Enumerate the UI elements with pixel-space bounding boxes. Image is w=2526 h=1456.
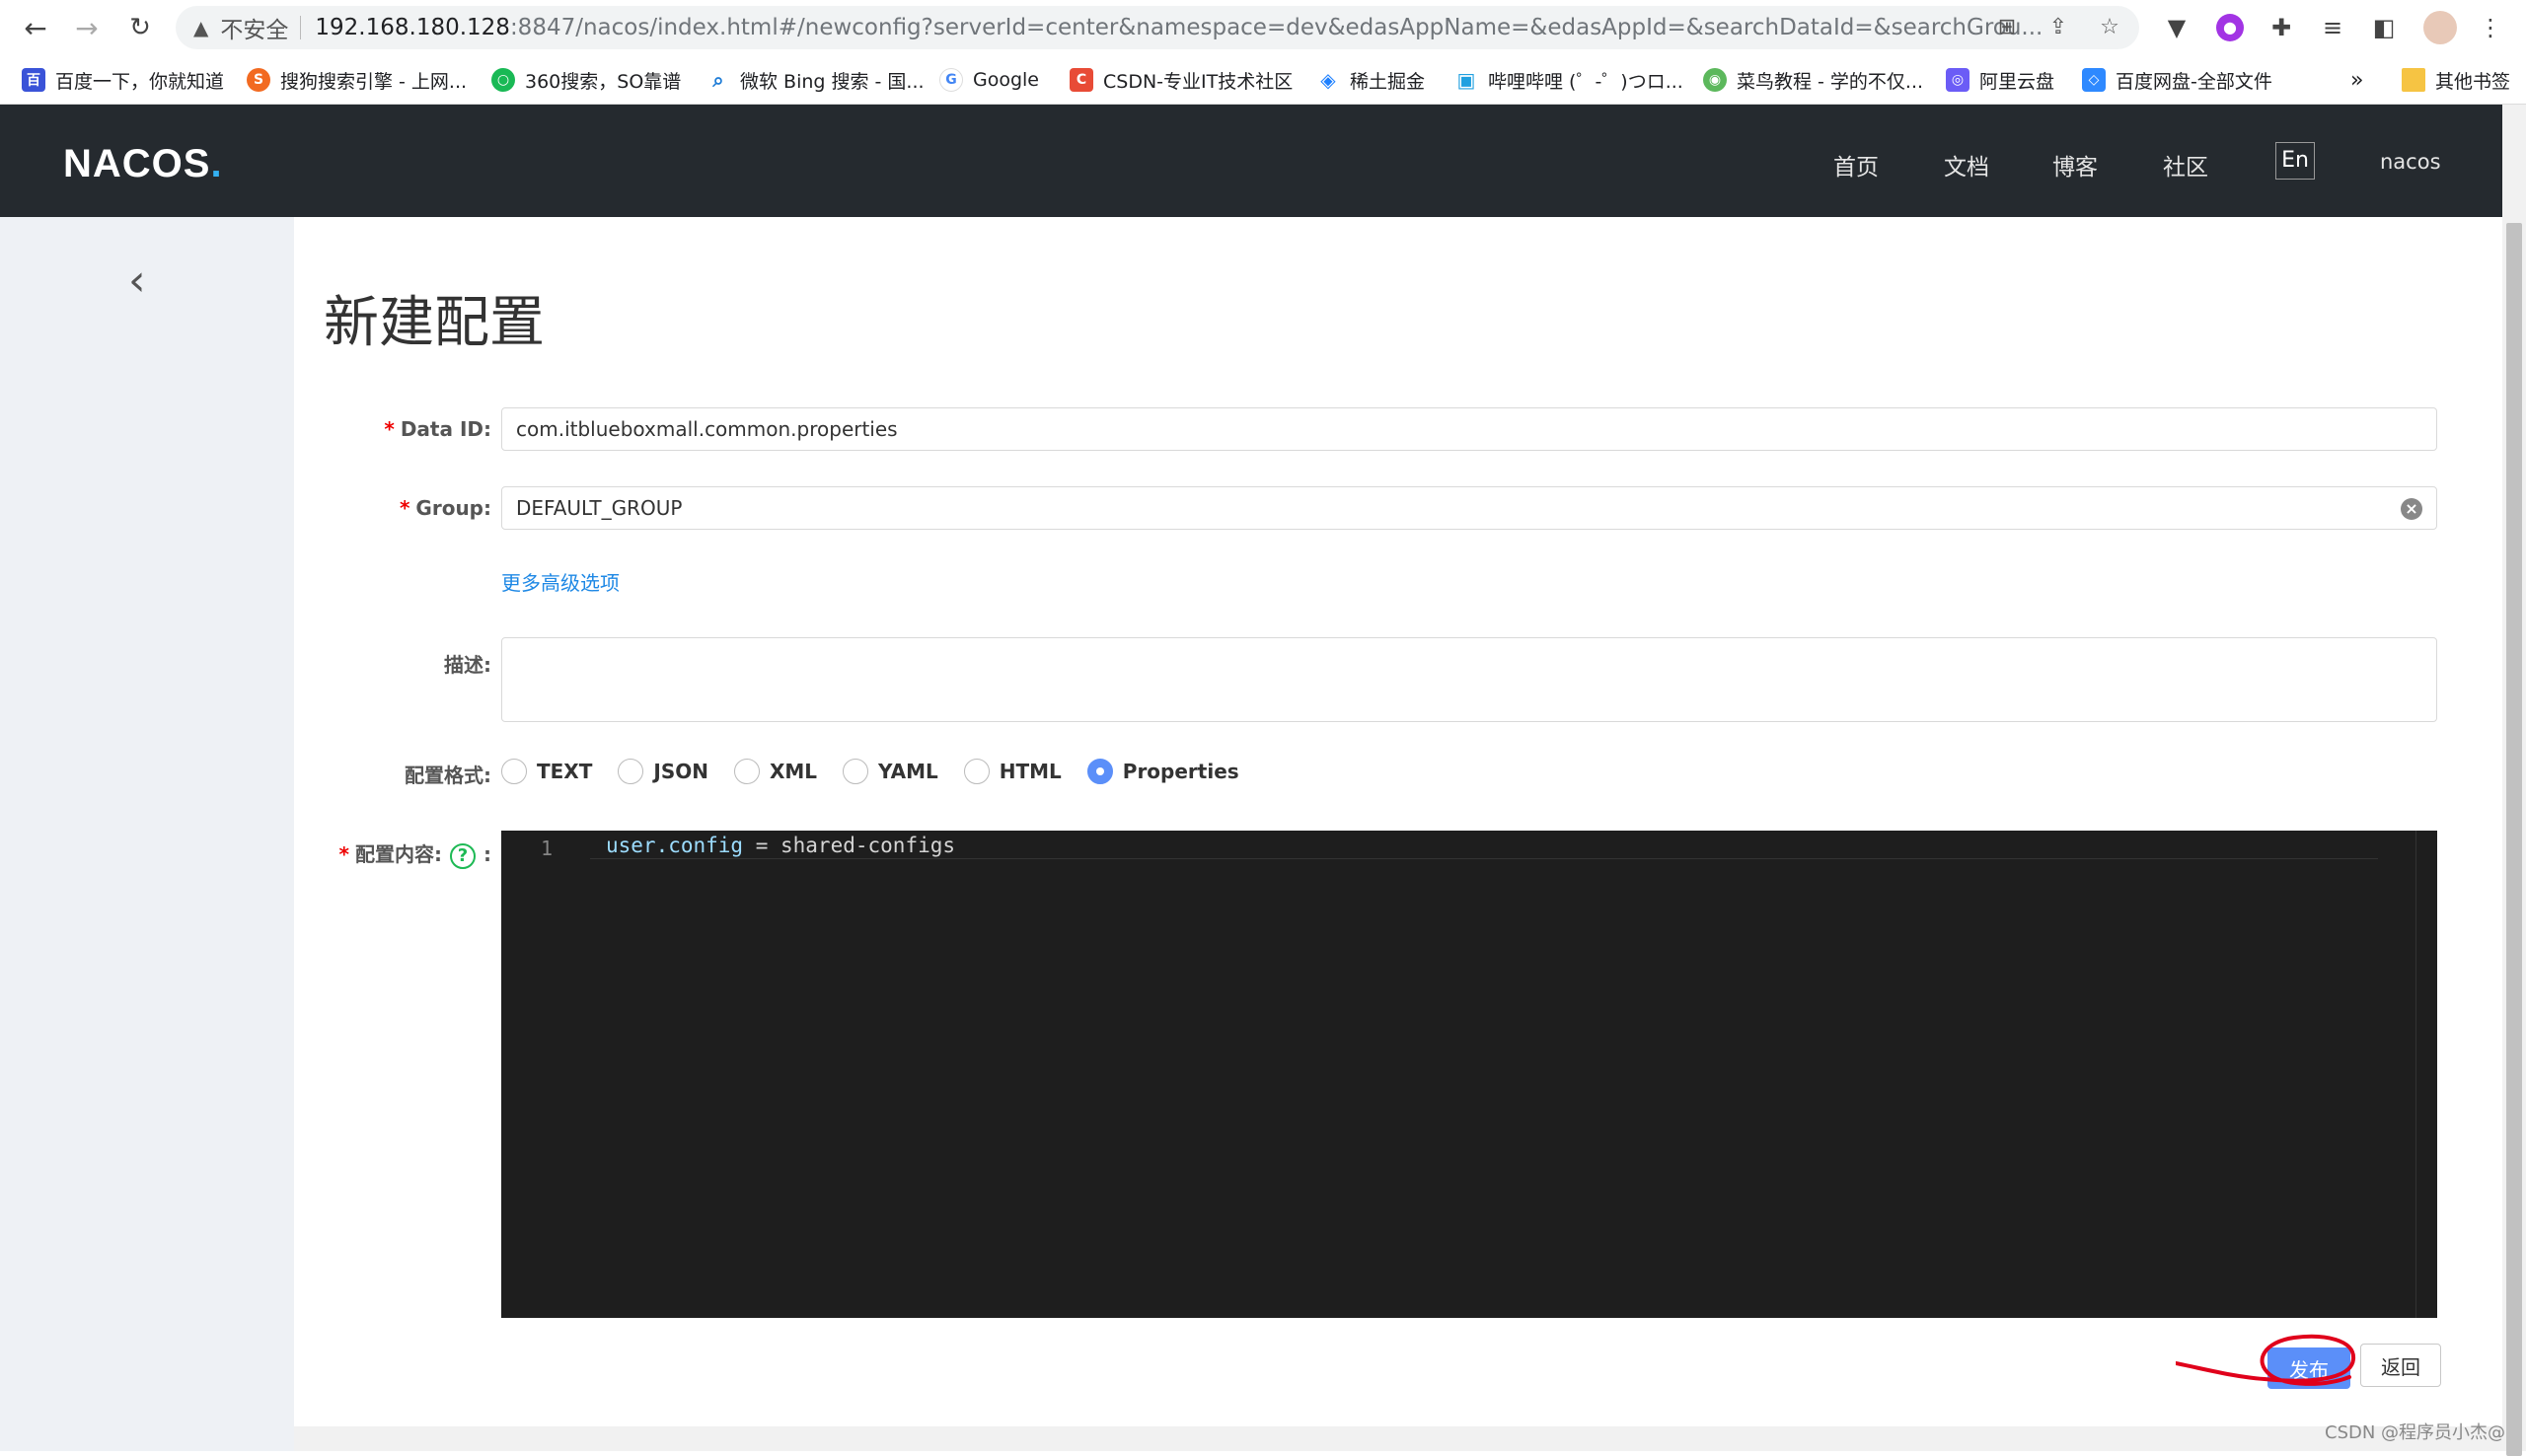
publish-button[interactable]: 发布	[2267, 1347, 2350, 1389]
folder-icon	[2402, 68, 2425, 92]
bookmark-bilibili[interactable]: ▣ 哔哩哔哩 (゜-゜)つロ...	[1454, 65, 1683, 95]
group-input[interactable]: DEFAULT_GROUP ×	[501, 486, 2437, 530]
back-nav-icon[interactable]: ←	[18, 10, 53, 45]
format-radio-xml[interactable]: XML	[733, 759, 817, 784]
format-radio-group: TEXT JSON XML YAML HTML Properties	[501, 758, 1265, 785]
code-editor[interactable]: 1 user.config = shared-configs	[501, 831, 2437, 1318]
browser-toolbar: ← → ↻ ▲ 不安全 192.168.180.128 :8847/nacos/…	[0, 0, 2526, 55]
radio-circle-selected	[1086, 759, 1113, 784]
radio-circle	[501, 759, 527, 784]
sogou-icon: S	[247, 68, 270, 92]
data-id-input[interactable]: com.itblueboxmall.common.properties	[501, 407, 2437, 451]
page-title: 新建配置	[324, 291, 545, 355]
watermark: CSDN @程序员小杰@	[2325, 1422, 2506, 1443]
sidebar: ‹	[0, 217, 294, 1451]
help-icon[interactable]: ?	[450, 842, 476, 869]
bookmark-bing[interactable]: ⌕ 微软 Bing 搜索 - 国...	[706, 65, 924, 95]
side-panel-icon[interactable]: ◧	[2368, 12, 2400, 43]
bookmark-baidu[interactable]: 百百度一下，你就知道	[22, 65, 224, 95]
omnibox-divider	[300, 16, 302, 39]
nav-docs[interactable]: 文档	[1944, 148, 1989, 182]
more-bookmarks-icon[interactable]: »	[2350, 65, 2363, 95]
content-label: * 配置内容:?:	[304, 838, 491, 869]
user-menu[interactable]: nacos	[2380, 150, 2441, 174]
extension-purple-icon[interactable]: ●	[2216, 14, 2244, 41]
nav-home[interactable]: 首页	[1833, 148, 1879, 182]
data-id-label: * Data ID:	[384, 417, 491, 441]
chevron-left-icon[interactable]: ‹	[128, 256, 168, 306]
app-header: NACOS. 首页 文档 博客 社区 En nacos	[0, 105, 2502, 217]
format-radio-text[interactable]: TEXT	[501, 759, 592, 784]
url-path: :8847/nacos/index.html#/newconfig?server…	[509, 15, 2043, 40]
bookmark-360[interactable]: ○ 360搜索，SO靠谱	[491, 65, 681, 95]
format-radio-json[interactable]: JSON	[618, 759, 708, 784]
bookmark-runoob[interactable]: ◉ 菜鸟教程 - 学的不仅...	[1703, 65, 1923, 95]
description-textarea[interactable]	[501, 637, 2437, 722]
clear-icon[interactable]: ×	[2401, 498, 2422, 520]
editor-scrollbar[interactable]	[2415, 831, 2437, 1318]
group-label: * Group:	[399, 496, 491, 520]
menu-kebab-icon[interactable]: ⋮	[2475, 12, 2506, 43]
other-bookmarks[interactable]: 其他书签	[2402, 65, 2510, 95]
bing-search-icon: ⌕	[712, 68, 724, 92]
radio-circle	[843, 759, 869, 784]
nacos-logo[interactable]: NACOS.	[63, 142, 223, 186]
radio-circle	[618, 759, 644, 784]
baidu-pan-icon: ◇	[2082, 68, 2106, 92]
advanced-options-link[interactable]: 更多高级选项	[501, 567, 620, 596]
current-line-highlight	[590, 858, 2378, 859]
required-mark: *	[338, 842, 349, 866]
translate-icon[interactable]: ⊞	[1993, 14, 2021, 41]
required-mark: *	[384, 417, 395, 441]
address-bar[interactable]: ▲ 不安全 192.168.180.128 :8847/nacos/index.…	[176, 6, 2139, 49]
extensions-puzzle-icon[interactable]: ✚	[2266, 12, 2297, 43]
back-button[interactable]: 返回	[2360, 1344, 2441, 1387]
profile-avatar[interactable]	[2423, 11, 2457, 44]
bilibili-icon: ▣	[1456, 68, 1476, 92]
description-label: 描述:	[444, 653, 491, 677]
bookmarks-bar: 百百度一下，你就知道 S 搜狗搜索引擎 - 上网... ○ 360搜索，SO靠谱 ⌕…	[0, 55, 2526, 105]
line-number: 1	[541, 837, 554, 860]
aliyun-drive-icon: ◎	[1946, 68, 1969, 92]
horizontal-scrollbar[interactable]	[294, 1426, 2502, 1451]
required-mark: *	[399, 496, 410, 520]
scrollbar-thumb[interactable]	[2506, 223, 2522, 1456]
bookmark-aliyun-drive[interactable]: ◎ 阿里云盘	[1946, 65, 2054, 95]
juejin-icon: ◈	[1320, 68, 1336, 92]
reload-icon[interactable]: ↻	[122, 10, 158, 45]
share-icon[interactable]: ⇪	[2044, 14, 2072, 41]
insecure-label: 不安全	[220, 18, 289, 43]
format-radio-properties[interactable]: Properties	[1086, 759, 1239, 784]
extension-vue-icon[interactable]: ▼	[2161, 12, 2192, 43]
so360-icon: ○	[491, 68, 515, 92]
bookmark-baidu-pan[interactable]: ◇ 百度网盘-全部文件	[2082, 65, 2272, 95]
csdn-icon: C	[1070, 68, 1093, 92]
bookmark-sogou[interactable]: S 搜狗搜索引擎 - 上网...	[247, 65, 467, 95]
bookmark-juejin[interactable]: ◈ 稀土掘金	[1316, 65, 1425, 95]
reading-list-icon[interactable]: ≡	[2317, 12, 2348, 43]
nav-community[interactable]: 社区	[2163, 148, 2208, 182]
page-scrollbar[interactable]	[2502, 105, 2526, 1456]
format-label: 配置格式:	[405, 764, 491, 787]
format-radio-html[interactable]: HTML	[963, 759, 1062, 784]
code-line: user.config = shared-configs	[606, 834, 956, 857]
bookmark-google[interactable]: G Google	[939, 65, 1039, 95]
forward-nav-icon[interactable]: →	[69, 10, 105, 45]
main-content: 新建配置 * Data ID: com.itblueboxmall.common.…	[294, 217, 2473, 1426]
bookmark-csdn[interactable]: C CSDN-专业IT技术社区	[1070, 65, 1293, 95]
google-icon: G	[939, 68, 963, 92]
radio-circle	[963, 759, 990, 784]
baidu-icon: 百	[22, 68, 45, 92]
language-toggle[interactable]: En	[2275, 142, 2315, 180]
group-value: DEFAULT_GROUP	[516, 496, 683, 520]
nav-blog[interactable]: 博客	[2052, 148, 2098, 182]
warning-icon: ▲	[193, 16, 209, 39]
radio-circle	[733, 759, 760, 784]
format-radio-yaml[interactable]: YAML	[843, 759, 938, 784]
runoob-icon: ◉	[1703, 68, 1727, 92]
url-host: 192.168.180.128	[315, 15, 510, 40]
bookmark-star-icon[interactable]: ☆	[2096, 14, 2123, 41]
